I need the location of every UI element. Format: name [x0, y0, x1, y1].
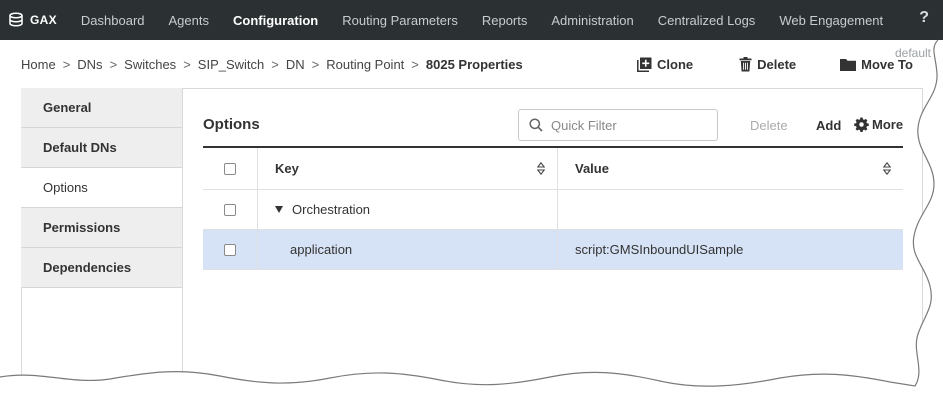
nav-centralized-logs[interactable]: Centralized Logs: [646, 0, 768, 40]
column-header-value-label: Value: [575, 161, 609, 176]
option-value: script:GMSInboundUISample: [575, 242, 744, 257]
header-checkbox-cell: [203, 148, 258, 189]
options-table: Key Value Orchestration application scri…: [203, 146, 903, 270]
nav-reports[interactable]: Reports: [470, 0, 540, 40]
sidebar-item-options[interactable]: Options: [21, 168, 182, 208]
column-header-key-label: Key: [275, 161, 299, 176]
delete-option-button[interactable]: Delete: [750, 118, 788, 133]
sort-icon: [883, 162, 891, 175]
row-value-cell: [558, 190, 903, 229]
breadcrumb-home[interactable]: Home: [21, 57, 56, 72]
nav-configuration[interactable]: Configuration: [221, 0, 330, 40]
breadcrumb-separator: >: [271, 57, 279, 72]
row-checkbox-cell: [203, 190, 258, 229]
breadcrumb-separator: >: [62, 57, 71, 72]
breadcrumb-separator: >: [311, 57, 320, 72]
breadcrumb-switches[interactable]: Switches: [124, 57, 176, 72]
section-title: Options: [203, 116, 260, 133]
breadcrumb-routing-point[interactable]: Routing Point: [326, 57, 404, 72]
sidebar-item-default-dns[interactable]: Default DNs: [21, 128, 182, 168]
nav-agents[interactable]: Agents: [157, 0, 221, 40]
row-checkbox-cell: [203, 230, 258, 269]
breadcrumb-dn[interactable]: DN: [286, 57, 305, 72]
more-button[interactable]: More: [854, 117, 903, 132]
breadcrumb-sip-switch[interactable]: SIP_Switch: [198, 57, 264, 72]
quick-filter-input[interactable]: [551, 117, 701, 133]
column-header-value[interactable]: Value: [558, 148, 903, 189]
breadcrumb-separator: >: [109, 57, 118, 72]
properties-sidebar: General Default DNs Options Permissions …: [21, 88, 183, 388]
chevron-left-icon[interactable]: ‹: [934, 296, 938, 311]
breadcrumb-current: 8025 Properties: [425, 57, 523, 72]
row-value-cell: script:GMSInboundUISample: [558, 230, 903, 269]
nav-routing-parameters[interactable]: Routing Parameters: [330, 0, 470, 40]
database-icon: [9, 12, 23, 27]
brand-name: GAX: [30, 13, 57, 27]
table-row[interactable]: Orchestration: [203, 190, 903, 230]
column-header-key[interactable]: Key: [258, 148, 558, 189]
breadcrumb: Home > DNs > Switches > SIP_Switch > DN …: [21, 57, 523, 72]
table-header-row: Key Value: [203, 148, 903, 190]
move-to-button[interactable]: Move To: [840, 57, 913, 72]
triangle-down-icon[interactable]: [275, 206, 283, 213]
trash-icon: [739, 57, 752, 72]
nav-web-engagement[interactable]: Web Engagement: [767, 0, 895, 40]
delete-object-label: Delete: [757, 57, 797, 72]
gear-icon: [854, 117, 869, 132]
clone-button[interactable]: Clone: [637, 57, 693, 72]
add-option-button[interactable]: Add: [816, 118, 841, 133]
row-key-cell: application: [258, 230, 558, 269]
breadcrumb-dns[interactable]: DNs: [77, 57, 102, 72]
brand[interactable]: GAX: [0, 0, 69, 40]
breadcrumb-separator: >: [183, 57, 191, 72]
nav-dashboard[interactable]: Dashboard: [69, 0, 157, 40]
option-key: application: [290, 242, 353, 257]
sidebar-item-permissions[interactable]: Permissions: [21, 208, 182, 248]
select-all-checkbox[interactable]: [224, 162, 236, 175]
row-checkbox[interactable]: [224, 203, 236, 216]
help-button[interactable]: ?: [919, 9, 929, 27]
folder-icon: [840, 59, 857, 71]
clone-label: Clone: [657, 57, 694, 72]
object-toolbar: Clone Delete Move To: [637, 57, 913, 72]
delete-object-button[interactable]: Delete: [739, 57, 796, 72]
sort-icon: [537, 162, 545, 175]
quick-filter[interactable]: [518, 109, 718, 141]
table-row[interactable]: application script:GMSInboundUISample: [203, 230, 903, 270]
breadcrumb-separator: >: [411, 57, 419, 72]
add-box-icon: [637, 57, 652, 72]
section-name: Orchestration: [292, 202, 371, 217]
move-to-label: Move To: [861, 57, 913, 72]
search-icon: [529, 118, 543, 132]
nav-administration[interactable]: Administration: [539, 0, 645, 40]
row-checkbox[interactable]: [224, 243, 236, 256]
more-label: More: [872, 117, 904, 132]
top-navigation: GAX Dashboard Agents Configuration Routi…: [0, 0, 943, 40]
row-key-cell: Orchestration: [258, 190, 558, 229]
sidebar-item-general[interactable]: General: [21, 88, 182, 128]
sidebar-item-dependencies[interactable]: Dependencies: [21, 248, 182, 288]
